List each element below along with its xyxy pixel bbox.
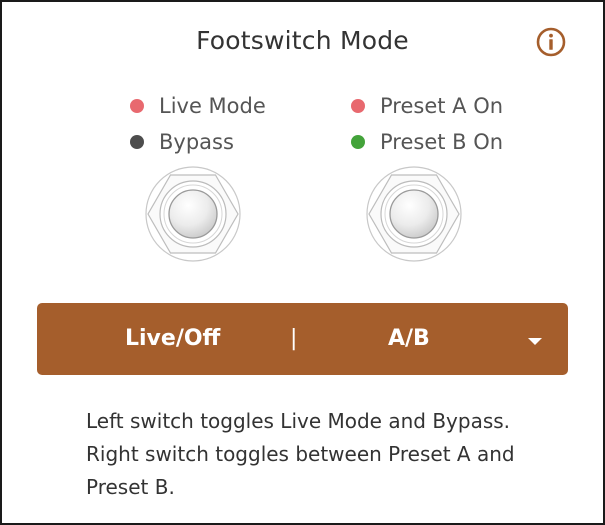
right-switch-legend: Preset A On Preset B On bbox=[351, 88, 503, 160]
right-footswitch[interactable] bbox=[366, 166, 462, 262]
legend-item-live-mode: Live Mode bbox=[130, 88, 266, 124]
legend-item-preset-b: Preset B On bbox=[351, 124, 503, 160]
bypass-indicator-dot bbox=[130, 135, 144, 149]
footswitch-mode-panel: Footswitch Mode Live Mode Bypass Preset … bbox=[0, 0, 605, 525]
footswitch-icon bbox=[145, 166, 241, 262]
page-title: Footswitch Mode bbox=[196, 26, 409, 55]
footswitch-mode-dropdown[interactable]: Live/Off | A/B bbox=[37, 303, 568, 375]
legend-item-preset-a: Preset A On bbox=[351, 88, 503, 124]
live-mode-indicator-dot bbox=[130, 99, 144, 113]
legend-item-bypass: Bypass bbox=[130, 124, 266, 160]
preset-b-indicator-dot bbox=[351, 135, 365, 149]
left-switch-mode-label: Live/Off bbox=[125, 326, 221, 351]
info-icon[interactable] bbox=[536, 27, 566, 57]
left-switch-legend: Live Mode Bypass bbox=[130, 88, 266, 160]
right-switch-mode-label: A/B bbox=[388, 326, 430, 351]
preset-a-indicator-dot bbox=[351, 99, 365, 113]
left-footswitch[interactable] bbox=[145, 166, 241, 262]
mode-separator: | bbox=[290, 326, 298, 351]
footswitch-icon bbox=[366, 166, 462, 262]
legend-label: Live Mode bbox=[159, 94, 266, 118]
mode-description: Left switch toggles Live Mode and Bypass… bbox=[86, 409, 515, 499]
caret-down-icon[interactable] bbox=[528, 338, 542, 345]
legend-label: Preset B On bbox=[380, 130, 504, 154]
legend-label: Bypass bbox=[159, 130, 234, 154]
legend-label: Preset A On bbox=[380, 94, 504, 118]
